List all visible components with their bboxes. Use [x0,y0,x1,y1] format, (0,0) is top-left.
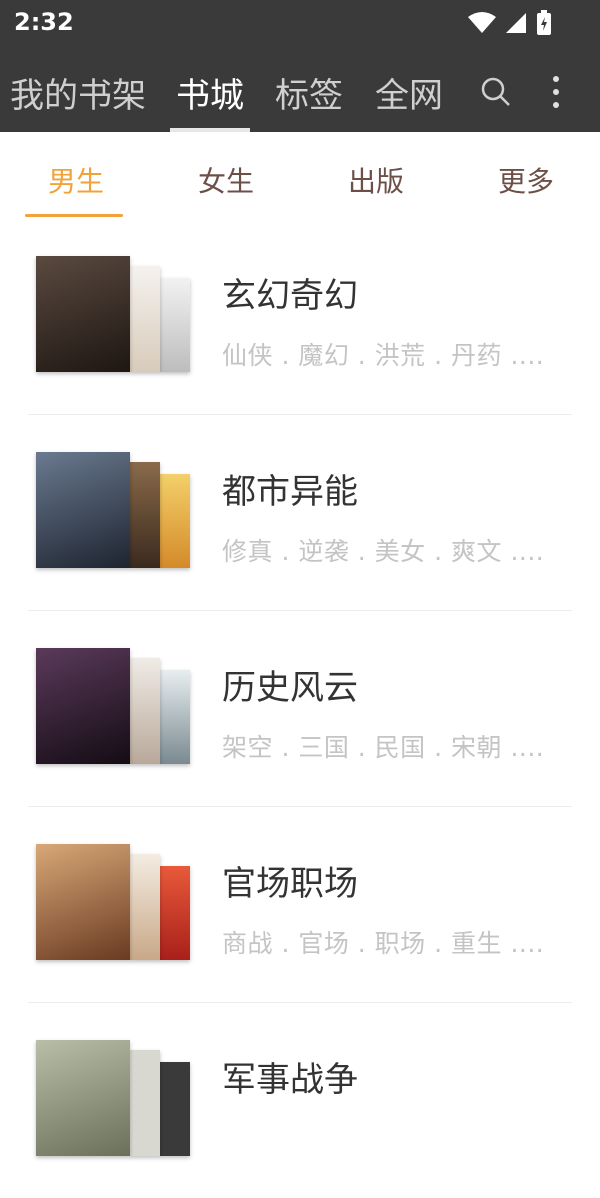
book-cover [36,648,130,764]
book-cover [36,1040,130,1156]
genre-tags: 修真 . 逆袭 . 美女 . 爽文 .... [222,537,545,566]
category-tab-publishing[interactable]: 出版 [348,160,404,200]
book-cover [130,854,160,960]
book-cover [160,670,190,764]
cover-stack [36,844,192,964]
genre-row-military[interactable]: 军事战争 [28,1002,572,1198]
category-tab-female[interactable]: 女生 [198,160,254,200]
tab-my-bookshelf[interactable]: 我的书架 [10,68,146,117]
cover-stack [36,452,192,572]
book-cover [130,462,160,568]
book-cover [36,256,130,372]
genre-tags: 商战 . 官场 . 职场 . 重生 .... [222,929,545,958]
book-cover [160,278,190,372]
book-cover [160,866,190,960]
genre-row-urban[interactable]: 都市异能 修真 . 逆袭 . 美女 . 爽文 .... [28,414,572,611]
genre-title: 军事战争 [222,1060,358,1100]
tab-tags[interactable]: 标签 [275,68,343,117]
status-time: 2:32 [14,8,74,36]
category-tab-more[interactable]: 更多 [498,160,554,200]
genre-row-officialdom[interactable]: 官场职场 商战 . 官场 . 职场 . 重生 .... [28,806,572,1003]
genre-tags: 仙侠 . 魔幻 . 洪荒 . 丹药 .... [222,341,545,370]
book-cover [160,474,190,568]
genre-tags: 架空 . 三国 . 民国 . 宋朝 .... [222,733,545,762]
genre-row-xuanhuan[interactable]: 玄幻奇幻 仙侠 . 魔幻 . 洪荒 . 丹药 .... [28,218,572,415]
tab-bookstore[interactable]: 书城 [176,68,244,117]
genre-title: 玄幻奇幻 [222,276,358,316]
battery-icon [537,10,551,35]
status-bar: 2:32 [0,0,600,48]
tab-web[interactable]: 全网 [375,68,443,117]
status-icons [468,10,552,36]
category-tab-male[interactable]: 男生 [48,160,104,200]
cover-stack [36,1040,192,1160]
book-cover [36,844,130,960]
genre-title: 都市异能 [222,472,358,512]
book-cover [160,1062,190,1156]
search-icon[interactable] [480,76,512,108]
genre-title: 官场职场 [222,864,358,904]
signal-icon [506,13,526,33]
wifi-icon [468,12,496,33]
book-cover [130,658,160,764]
more-options-icon[interactable] [548,74,564,110]
cover-stack [36,648,192,768]
book-cover [130,266,160,372]
genre-row-history[interactable]: 历史风云 架空 . 三国 . 民国 . 宋朝 .... [28,610,572,807]
book-cover [36,452,130,568]
category-tabs: 男生 女生 出版 更多 [0,132,600,218]
genre-title: 历史风云 [222,668,358,708]
cover-stack [36,256,192,376]
category-active-indicator [25,214,123,217]
